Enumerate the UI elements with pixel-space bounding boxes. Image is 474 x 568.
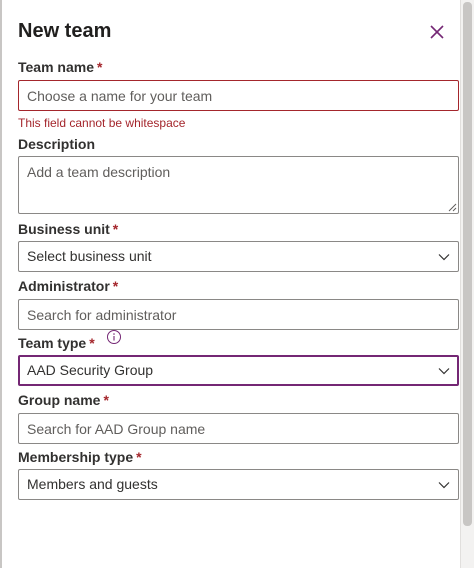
group-name-search-input[interactable] [18, 413, 459, 444]
required-asterisk: * [89, 335, 95, 351]
business-unit-value: Select business unit [27, 248, 152, 264]
membership-type-value: Members and guests [27, 476, 158, 492]
required-asterisk: * [112, 221, 119, 237]
chevron-down-icon [438, 254, 450, 261]
new-team-panel: New team Team name* This field cannot be… [0, 0, 474, 568]
scrollbar-thumb[interactable] [463, 2, 472, 526]
resize-grip-icon[interactable] [448, 203, 457, 212]
required-asterisk: * [97, 59, 103, 75]
team-name-input[interactable] [18, 80, 459, 111]
chevron-down-icon [438, 482, 450, 489]
membership-type-select[interactable]: Members and guests [18, 469, 459, 500]
chevron-down-icon [438, 368, 450, 375]
membership-type-label: Membership type * [18, 449, 142, 465]
team-type-value: AAD Security Group [27, 362, 154, 378]
close-icon[interactable] [426, 21, 448, 43]
administrator-label: Administrator * [18, 278, 119, 294]
info-icon[interactable] [106, 329, 122, 345]
team-name-label: Team name * [18, 59, 103, 75]
required-asterisk: * [136, 449, 142, 465]
scrollbar[interactable] [460, 0, 474, 568]
close-button[interactable] [426, 21, 448, 43]
administrator-search-input[interactable] [18, 299, 459, 330]
panel-header: New team [18, 17, 460, 47]
description-label: Description [18, 136, 96, 152]
required-asterisk: * [112, 278, 119, 294]
required-asterisk: * [103, 392, 109, 408]
business-unit-select[interactable]: Select business unit [18, 241, 459, 272]
group-name-label: Group name * [18, 392, 109, 408]
business-unit-label: Business unit * [18, 221, 119, 237]
panel-title: New team [18, 20, 112, 42]
team-type-label: Team type * [18, 335, 95, 351]
team-type-select[interactable]: AAD Security Group [18, 355, 459, 386]
description-textarea[interactable] [18, 156, 459, 214]
team-name-error: This field cannot be whitespace [18, 116, 186, 130]
